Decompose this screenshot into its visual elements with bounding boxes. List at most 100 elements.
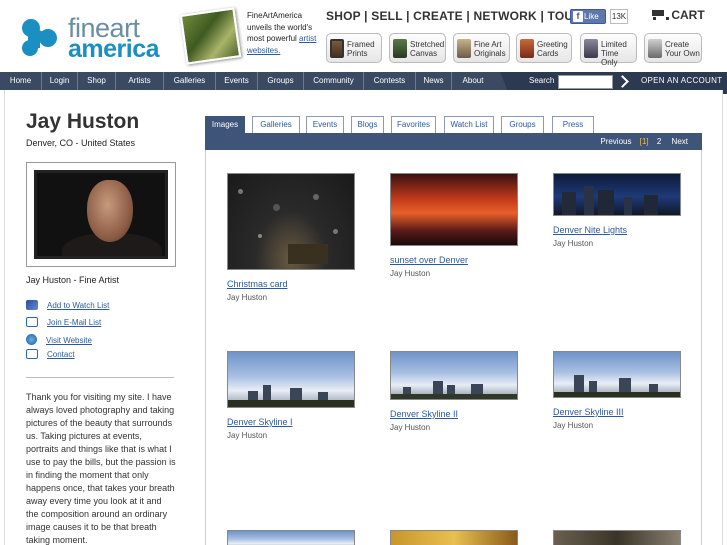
tab-watch-list[interactable]: Watch List (444, 116, 494, 133)
tab-press[interactable]: Press (552, 116, 594, 133)
artwork-image-partial[interactable] (553, 530, 681, 545)
create-your-own-line2: Your Own (665, 49, 700, 58)
tab-groups[interactable]: Groups (501, 116, 544, 133)
artwork-card: Denver Skyline II Jay Huston (390, 351, 520, 432)
greeting-cards-line1: Greeting (537, 40, 568, 49)
originals-icon (457, 39, 471, 58)
like-count: 13K (610, 9, 628, 24)
nav-item-shop[interactable]: Shop (78, 72, 116, 90)
top-nav-shop[interactable]: SHOP (326, 9, 361, 23)
tab-blogs[interactable]: Blogs (351, 116, 384, 133)
open-account-link[interactable]: OPEN AN ACCOUNT (641, 76, 722, 85)
site-header: fineart america FineArtAmerica unveils t… (0, 0, 727, 72)
artwork-card: Denver Skyline III Jay Huston (553, 351, 683, 430)
top-nav: SHOP | SELL | CREATE | NETWORK | TOUR (326, 9, 582, 23)
facebook-icon: f (573, 11, 583, 22)
artwork-title[interactable]: sunset over Denver (390, 255, 520, 265)
visit-website-link[interactable]: Visit Website (26, 334, 92, 345)
logo-icon (22, 19, 57, 56)
join-email-list-label[interactable]: Join E-Mail List (47, 318, 101, 327)
visit-website-label[interactable]: Visit Website (46, 336, 92, 345)
pager-bar: Previous [1] 2 Next (205, 134, 702, 150)
artwork-card-partial (390, 530, 518, 545)
cart-link[interactable]: CART (650, 8, 705, 22)
join-email-list-link[interactable]: Join E-Mail List (26, 317, 101, 327)
nav-item-events[interactable]: Events (216, 72, 258, 90)
artwork-artist: Jay Huston (227, 293, 268, 302)
nav-item-about[interactable]: About (452, 72, 494, 90)
nav-item-groups[interactable]: Groups (258, 72, 304, 90)
pager-next[interactable]: Next (672, 137, 688, 146)
artwork-image-christmas-card[interactable] (227, 173, 355, 270)
framed-prints-line1: Framed (347, 40, 375, 49)
top-nav-separator: | (466, 9, 470, 23)
nav-item-home[interactable]: Home (0, 72, 42, 90)
artwork-card: Christmas card Jay Huston (227, 173, 357, 302)
stretched-canvas-line2: Canvas (410, 49, 438, 58)
pager-previous[interactable]: Previous (600, 137, 631, 146)
originals-button[interactable]: Fine Art Originals (453, 33, 510, 63)
artwork-title[interactable]: Christmas card (227, 279, 357, 289)
add-to-watch-list-link[interactable]: Add to Watch List (26, 300, 109, 310)
artwork-artist: Jay Huston (553, 239, 594, 248)
contact-link[interactable]: Contact (26, 349, 75, 359)
artwork-title[interactable]: Denver Skyline I (227, 417, 357, 427)
tab-images[interactable]: Images (205, 116, 245, 134)
create-your-own-button[interactable]: Create Your Own (644, 33, 702, 63)
stretched-canvas-line1: Stretched (410, 40, 445, 49)
artwork-image-denver-nite-lights[interactable] (553, 173, 681, 216)
artwork-image-denver-skyline-2[interactable] (390, 351, 518, 400)
profile-photo[interactable] (34, 170, 168, 259)
search-input[interactable] (558, 75, 613, 89)
framed-prints-button[interactable]: Framed Prints (326, 33, 382, 63)
greeting-cards-icon (520, 39, 534, 58)
tab-galleries[interactable]: Galleries (252, 116, 300, 133)
top-nav-sell[interactable]: SELL (371, 9, 402, 23)
pager-current: [1] (639, 137, 649, 146)
pager-page-2[interactable]: 2 (657, 137, 661, 146)
limited-time-line2: Time Only (601, 49, 619, 67)
artwork-image-sunset-over-denver[interactable] (390, 173, 518, 246)
nav-item-login[interactable]: Login (42, 72, 78, 90)
create-your-own-line1: Create (665, 40, 690, 49)
nav-item-galleries[interactable]: Galleries (164, 72, 216, 90)
promo-text: FineArtAmerica unveils the world's most … (247, 10, 322, 56)
artist-name: Jay Huston (26, 110, 140, 133)
artwork-card: Denver Nite Lights Jay Huston (553, 173, 683, 248)
nav-item-contests[interactable]: Contests (364, 72, 416, 90)
artwork-title[interactable]: Denver Skyline II (390, 409, 520, 419)
promo-image[interactable] (179, 7, 242, 65)
main-nav-bar: Home Login Shop Artists Galleries Events… (0, 72, 727, 94)
artwork-card: sunset over Denver Jay Huston (390, 173, 520, 278)
greeting-cards-line2: Cards (537, 49, 559, 58)
limited-time-button[interactable]: Limited Time Only (580, 33, 637, 67)
limited-time-icon (584, 39, 598, 58)
logo-text-america: america (68, 35, 160, 63)
search-go-arrow-icon[interactable] (616, 74, 628, 90)
tab-events[interactable]: Events (306, 116, 344, 133)
stretched-canvas-button[interactable]: Stretched Canvas (389, 33, 446, 63)
add-to-watch-list-label[interactable]: Add to Watch List (47, 301, 109, 310)
nav-item-community[interactable]: Community (304, 72, 364, 90)
artwork-title[interactable]: Denver Nite Lights (553, 225, 683, 235)
artwork-title[interactable]: Denver Skyline III (553, 407, 683, 417)
framed-prints-line2: Prints (347, 49, 368, 58)
artwork-image-partial[interactable] (390, 530, 518, 545)
artwork-image-denver-skyline-3[interactable] (553, 351, 681, 398)
tab-favorites[interactable]: Favorites (391, 116, 436, 133)
watchlist-icon (26, 300, 38, 310)
framed-prints-icon (330, 39, 344, 58)
search-label: Search (529, 76, 555, 85)
facebook-like-button[interactable]: f Like (570, 9, 606, 24)
artwork-image-denver-skyline-1[interactable] (227, 351, 355, 408)
profile-photo-frame (26, 162, 176, 267)
greeting-cards-button[interactable]: Greeting Cards (516, 33, 572, 63)
contact-label[interactable]: Contact (47, 350, 75, 359)
top-nav-network[interactable]: NETWORK (473, 9, 536, 23)
artwork-image-partial[interactable] (227, 530, 355, 545)
artist-caption: Jay Huston - Fine Artist (26, 275, 120, 285)
site-logo[interactable]: fineart america (18, 13, 168, 63)
nav-item-artists[interactable]: Artists (116, 72, 164, 90)
top-nav-create[interactable]: CREATE (413, 9, 463, 23)
nav-item-news[interactable]: News (416, 72, 452, 90)
